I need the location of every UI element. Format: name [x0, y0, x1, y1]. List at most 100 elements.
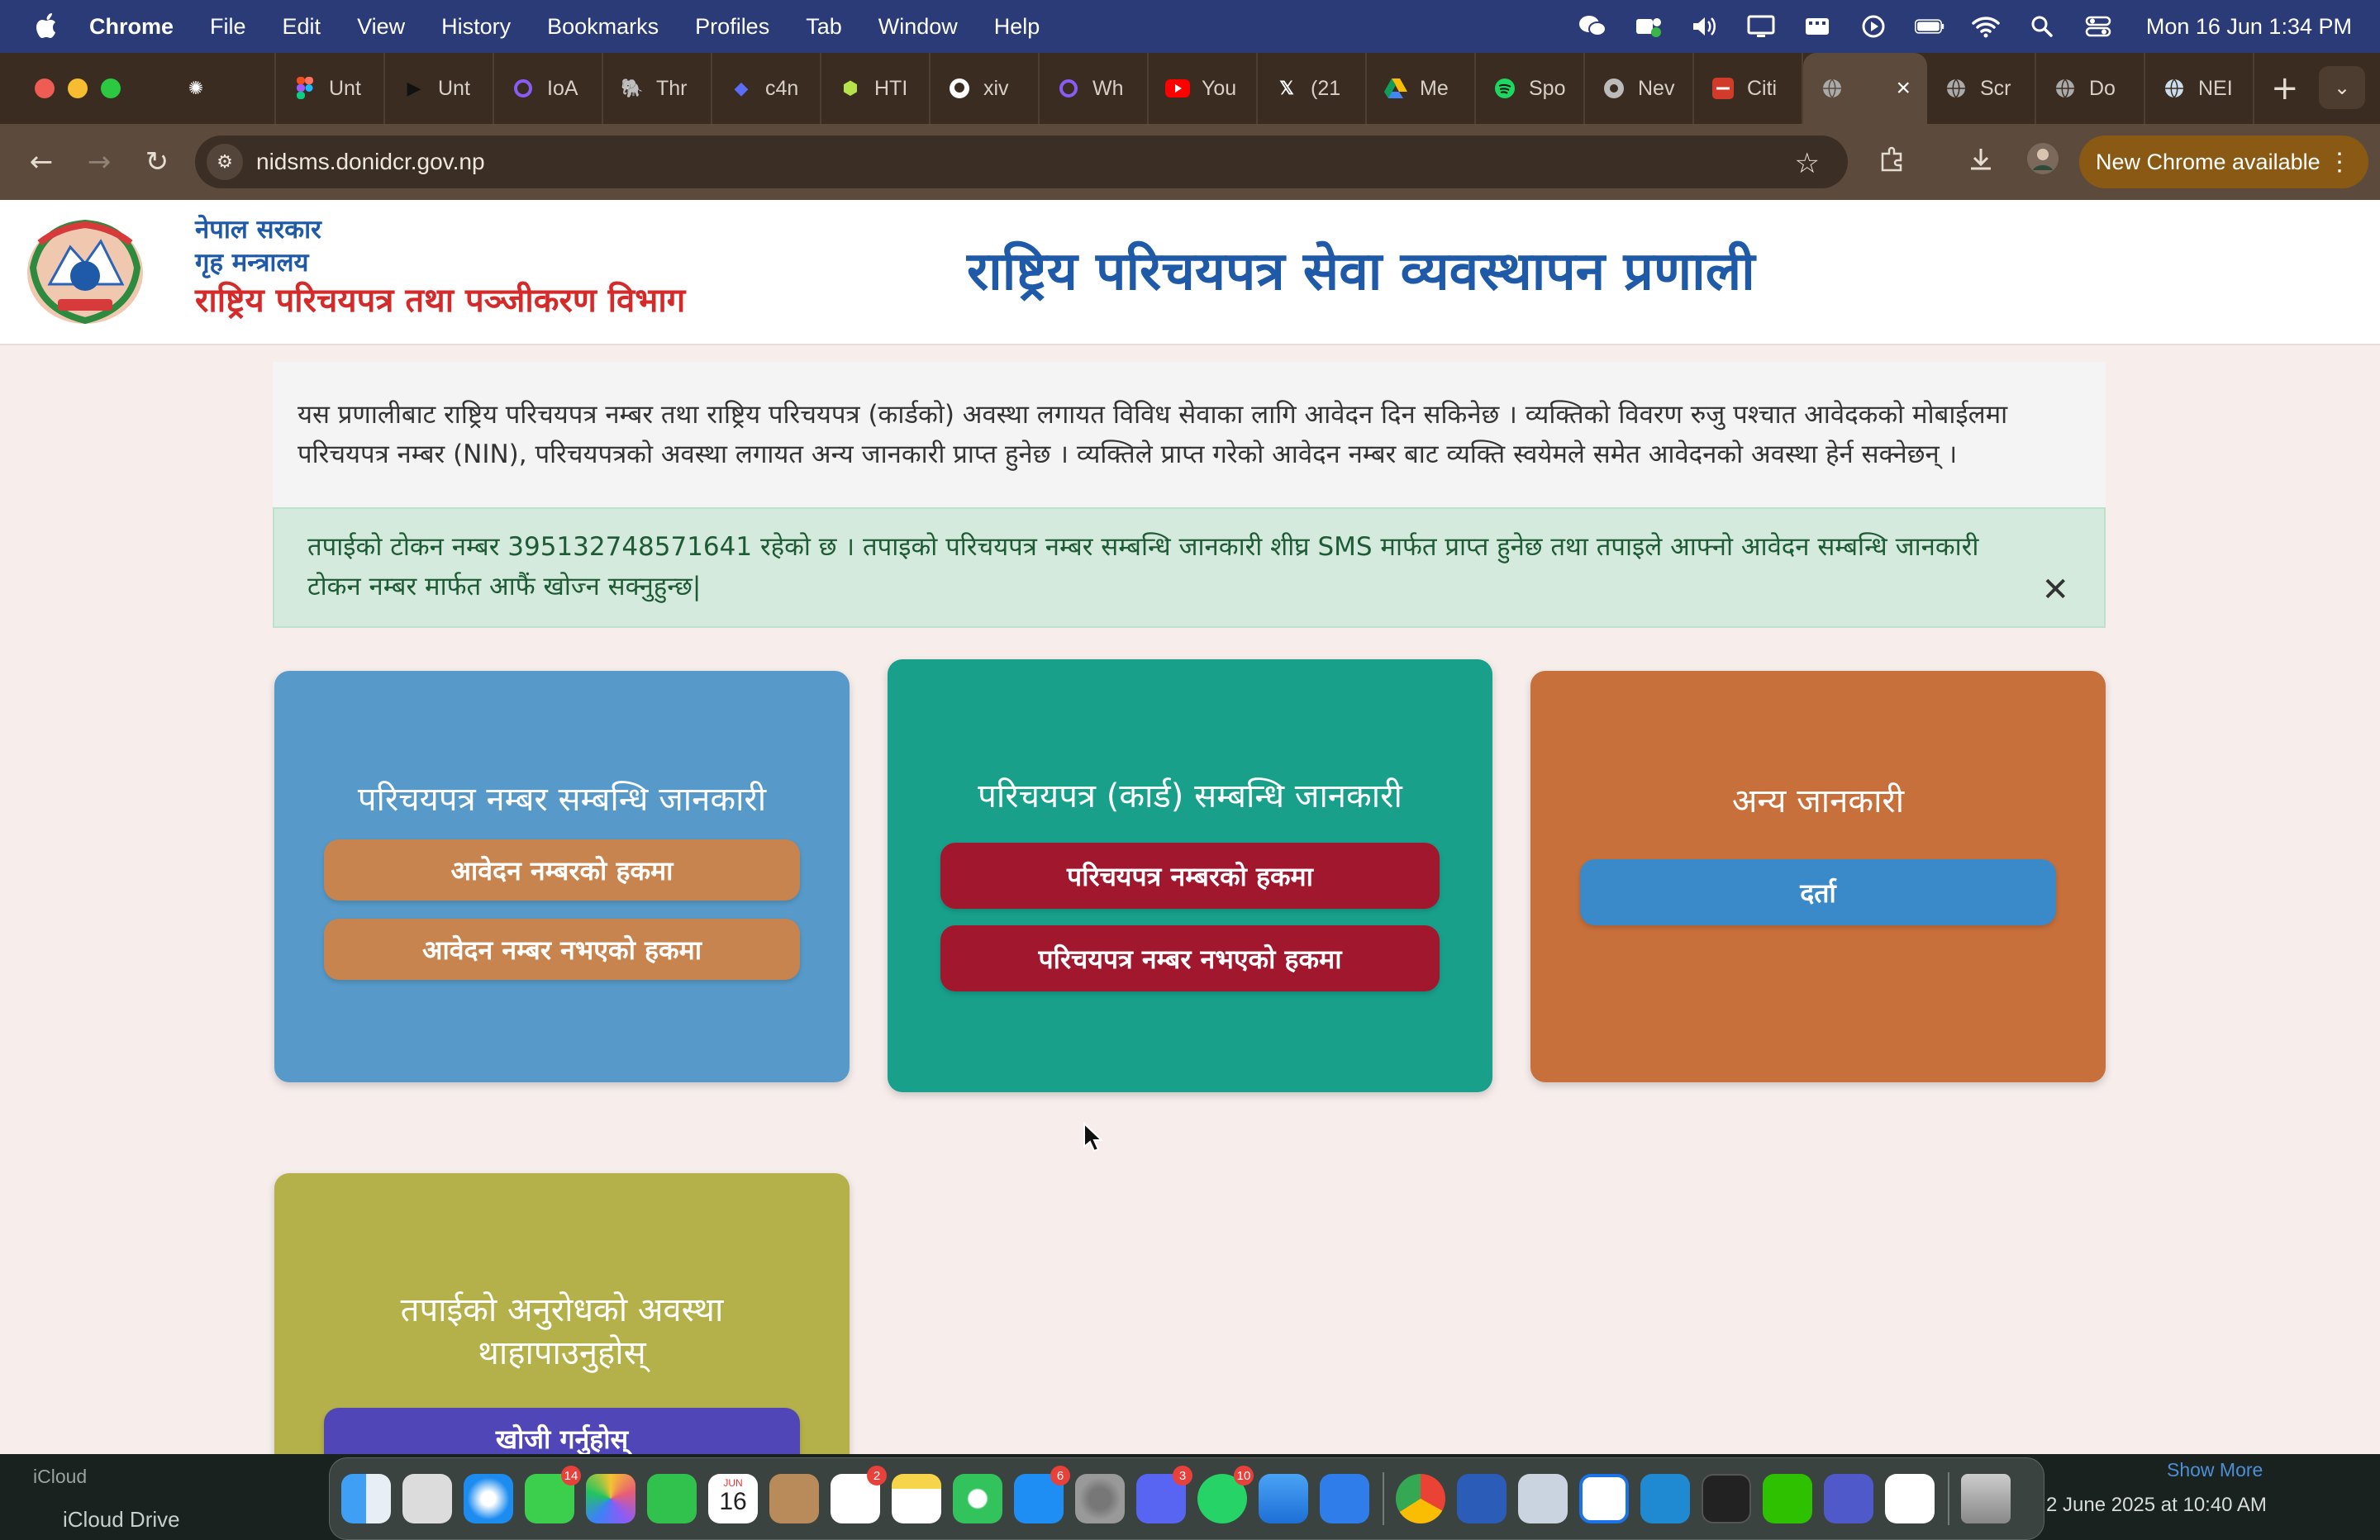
tab-nei[interactable]: NEI: [2145, 53, 2254, 124]
finder-icon[interactable]: [341, 1474, 391, 1523]
without-id-number-button[interactable]: परिचयपत्र नम्बर नभएको हकमा: [940, 925, 1440, 991]
discord-icon[interactable]: 3: [1136, 1466, 1192, 1523]
wechat-status-icon[interactable]: [1578, 14, 1607, 39]
menu-help[interactable]: Help: [994, 14, 1040, 40]
tab-spotify[interactable]: Spo: [1476, 53, 1585, 124]
wechat-icon[interactable]: [1763, 1474, 1812, 1523]
close-window-icon[interactable]: [35, 78, 55, 98]
tab-scr[interactable]: Scr: [1927, 53, 2036, 124]
whatsapp-icon[interactable]: 10: [1197, 1466, 1254, 1523]
apple-icon[interactable]: [33, 11, 61, 42]
messages-icon[interactable]: 14: [525, 1466, 581, 1523]
tab-figma[interactable]: Unt: [276, 53, 385, 124]
menu-file[interactable]: File: [210, 14, 246, 40]
site-info-icon[interactable]: ⚙: [207, 144, 243, 180]
without-application-number-button[interactable]: आवेदन नम्बर नभएको हकमा: [324, 919, 800, 980]
tab-drive[interactable]: Me: [1367, 53, 1476, 124]
terminal-icon[interactable]: [1702, 1474, 1751, 1523]
downloads-icon[interactable]: [1967, 145, 1995, 181]
display-icon[interactable]: [1746, 14, 1776, 39]
chrome-update-button[interactable]: New Chrome available ⋮: [2079, 135, 2368, 188]
menu-history[interactable]: History: [441, 14, 511, 40]
word-icon[interactable]: [1457, 1474, 1507, 1523]
app-store-icon[interactable]: 6: [1014, 1466, 1070, 1523]
with-application-number-button[interactable]: आवेदन नम्बरको हकमा: [324, 839, 800, 901]
play-status-icon[interactable]: [1859, 14, 1888, 39]
menu-view[interactable]: View: [357, 14, 405, 40]
menu-edit[interactable]: Edit: [283, 14, 321, 40]
tab-ioa[interactable]: IoA: [494, 53, 603, 124]
safari-icon[interactable]: [464, 1474, 513, 1523]
photos-icon[interactable]: [586, 1474, 635, 1523]
teams-status-icon[interactable]: [1634, 14, 1664, 39]
address-bar[interactable]: ⚙ nidsms.donidcr.gov.np ☆: [195, 135, 1848, 188]
show-more-link[interactable]: Show More: [2167, 1459, 2263, 1481]
nepal-emblem-logo[interactable]: [25, 218, 145, 326]
battery-icon[interactable]: [1914, 14, 1944, 39]
xcode-icon[interactable]: [1320, 1474, 1369, 1523]
weather-icon[interactable]: [1259, 1474, 1308, 1523]
trash-icon[interactable]: [1961, 1474, 2011, 1523]
notes-icon[interactable]: [892, 1474, 941, 1523]
tab-do[interactable]: Do: [2036, 53, 2145, 124]
teams-icon[interactable]: [1824, 1474, 1873, 1523]
citi-icon: [1711, 76, 1735, 101]
vscode-icon[interactable]: [1640, 1474, 1690, 1523]
close-icon[interactable]: ✕: [2041, 570, 2069, 610]
facetime-icon[interactable]: [647, 1474, 697, 1523]
menu-app-name[interactable]: Chrome: [89, 14, 174, 40]
snipping-icon[interactable]: [1579, 1474, 1629, 1523]
control-center-icon[interactable]: [2083, 14, 2113, 39]
tab-thr[interactable]: 🐘 Thr: [603, 53, 712, 124]
tab-wh[interactable]: Wh: [1040, 53, 1149, 124]
new-tab-icon[interactable]: +: [2271, 69, 2299, 107]
close-tab-icon[interactable]: ×: [1896, 74, 1911, 102]
spotlight-search-icon[interactable]: [2027, 14, 2057, 39]
wifi-icon[interactable]: [1971, 14, 2001, 39]
register-button[interactable]: दर्ता: [1580, 859, 2056, 925]
page-title: राष्ट्रिय परिचयपत्र सेवा व्यवस्थापन प्रण…: [967, 241, 1755, 302]
volume-icon[interactable]: [1690, 14, 1720, 39]
tab-new[interactable]: Nev: [1585, 53, 1694, 124]
launchpad-icon[interactable]: [402, 1474, 452, 1523]
mongodb-compass-icon[interactable]: [1885, 1474, 1935, 1523]
back-arrow-icon[interactable]: ←: [25, 145, 58, 178]
tab-youtube[interactable]: You: [1149, 53, 1258, 124]
keyboard-icon[interactable]: [1802, 14, 1832, 39]
menu-tab[interactable]: Tab: [806, 14, 842, 40]
forward-arrow-icon[interactable]: →: [83, 145, 116, 178]
sidebar-item-icloud-drive[interactable]: iCloud Drive: [63, 1507, 180, 1533]
search-button[interactable]: खोजी गर्नुहोस्: [324, 1408, 800, 1454]
tab-search-chevron-icon[interactable]: ⌄: [2319, 66, 2365, 109]
find-my-icon[interactable]: [953, 1474, 1002, 1523]
tab-x[interactable]: 𝕏 (21: [1258, 53, 1367, 124]
tab-github[interactable]: xiv: [931, 53, 1040, 124]
menu-bookmarks[interactable]: Bookmarks: [547, 14, 659, 40]
reload-icon[interactable]: ↻: [140, 145, 174, 178]
contacts-icon[interactable]: [769, 1474, 819, 1523]
profile-avatar[interactable]: [2026, 142, 2059, 183]
menu-profiles[interactable]: Profiles: [695, 14, 769, 40]
chrome-icon[interactable]: [1396, 1474, 1445, 1523]
tab-active[interactable]: ×: [1803, 53, 1927, 124]
minimize-window-icon[interactable]: [68, 78, 88, 98]
zoom-window-icon[interactable]: [101, 78, 121, 98]
tab-openai[interactable]: ✺: [167, 53, 276, 124]
preview-icon[interactable]: [1518, 1474, 1568, 1523]
extensions-icon[interactable]: [1878, 145, 1906, 181]
more-menu-icon[interactable]: ⋮: [2327, 148, 2352, 177]
url-text[interactable]: nidsms.donidcr.gov.np: [256, 149, 485, 175]
calendar-icon[interactable]: JUN 16: [708, 1474, 758, 1523]
tab-hti[interactable]: ⬢ HTI: [821, 53, 931, 124]
alert-text: तपाईको टोकन नम्बर 395132748571641 रहेको …: [307, 532, 1979, 601]
menu-window[interactable]: Window: [878, 14, 958, 40]
with-id-number-button[interactable]: परिचयपत्र नम्बरको हकमा: [940, 843, 1440, 909]
system-settings-icon[interactable]: [1075, 1474, 1125, 1523]
reminders-icon[interactable]: 2: [831, 1466, 887, 1523]
tab-c4n[interactable]: ◆ c4n: [712, 53, 821, 124]
tab-label: xiv: [983, 76, 1009, 100]
menubar-clock[interactable]: Mon 16 Jun 1:34 PM: [2146, 14, 2352, 40]
tab-citi[interactable]: Citi: [1694, 53, 1803, 124]
tab-video[interactable]: ▶ Unt: [385, 53, 494, 124]
bookmark-star-icon[interactable]: ☆: [1795, 147, 1820, 180]
